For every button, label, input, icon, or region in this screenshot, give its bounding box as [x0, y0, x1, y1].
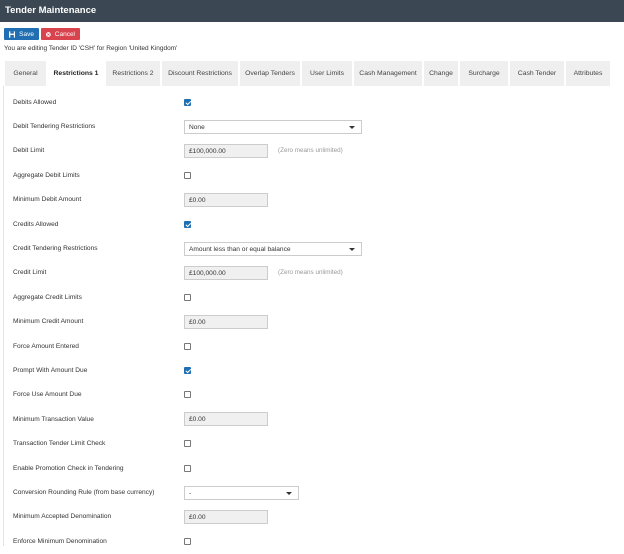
enable-promotion-check-in-tendering-checkbox[interactable]: [184, 464, 191, 472]
tab-restrictions-2[interactable]: Restrictions 2: [106, 61, 160, 86]
tab-bar: General Restrictions 1 Restrictions 2 Disco…: [5, 61, 610, 86]
minimum-accepted-denomination-input[interactable]: £0.00: [184, 509, 268, 524]
credit-tendering-restrictions-select[interactable]: Amount less than or equal balance: [184, 241, 362, 256]
field-row-credit-tendering-restrictions: Credit Tendering Restrictions Amount less…: [13, 236, 613, 260]
debit-tendering-restrictions-select[interactable]: None: [184, 119, 362, 134]
debits-allowed-checkbox[interactable]: [184, 98, 191, 106]
prompt-with-amount-due-checkbox[interactable]: [184, 367, 191, 375]
enforce-minimum-denomination-checkbox[interactable]: [184, 537, 191, 545]
field-label: Minimum Credit Amount: [13, 318, 84, 326]
field-label: Minimum Accepted Denomination: [13, 513, 112, 521]
floppy-disk-icon: [9, 30, 16, 38]
field-row-conversion-rounding-rule-from-base-currency: Conversion Rounding Rule (from base curr…: [13, 480, 613, 504]
minimum-debit-amount-input[interactable]: £0.00: [184, 192, 268, 207]
aggregate-credit-limits-checkbox[interactable]: [184, 293, 191, 301]
field-row-debit-limit: Debit Limit £100,000.00 (Zero means unlimi…: [13, 139, 613, 163]
select-value: -: [189, 489, 192, 497]
field-label: Transaction Tender Limit Check: [13, 440, 106, 448]
field-row-minimum-accepted-denomination: Minimum Accepted Denomination £0.00: [13, 505, 613, 529]
tab-cash-management[interactable]: Cash Management: [354, 61, 422, 86]
field-label: Force Use Amount Due: [13, 391, 82, 399]
field-label: Debit Limit: [13, 147, 45, 155]
tab-user-limits[interactable]: User Limits: [302, 61, 352, 86]
force-use-amount-due-checkbox[interactable]: [184, 391, 191, 399]
field-label: Enforce Minimum Denomination: [13, 537, 107, 545]
tab-surcharge[interactable]: Surcharge: [460, 61, 508, 86]
cancel-circle-icon: [46, 31, 51, 37]
field-row-credits-allowed: Credits Allowed: [13, 212, 613, 236]
field-label: Aggregate Credit Limits: [13, 293, 82, 301]
save-button[interactable]: Save: [4, 28, 39, 40]
minimum-credit-amount-input[interactable]: £0.00: [184, 314, 268, 329]
field-label: Force Amount Entered: [13, 342, 79, 350]
tab-change[interactable]: Change: [424, 61, 458, 86]
field-label: Prompt With Amount Due: [13, 367, 88, 375]
debit-limit-input[interactable]: £100,000.00: [184, 143, 268, 158]
field-label: Credits Allowed: [13, 220, 59, 228]
field-row-minimum-credit-amount: Minimum Credit Amount £0.00: [13, 310, 613, 334]
field-label: Minimum Debit Amount: [13, 196, 82, 204]
credit-limit-input[interactable]: £100,000.00: [184, 265, 268, 280]
cancel-label: Cancel: [54, 30, 75, 38]
field-row-prompt-with-amount-due: Prompt With Amount Due: [13, 358, 613, 382]
tab-overlap-tenders[interactable]: Overlap Tenders: [240, 61, 300, 86]
tab-cash-tender[interactable]: Cash Tender: [510, 61, 564, 86]
page-title: Tender Maintenance: [5, 5, 97, 16]
field-label: Minimum Transaction Value: [13, 415, 94, 423]
field-label: Debit Tendering Restrictions: [13, 123, 96, 131]
field-row-debits-allowed: Debits Allowed: [13, 90, 613, 114]
transaction-tender-limit-check-checkbox[interactable]: [184, 440, 191, 448]
save-label: Save: [19, 30, 34, 38]
field-label: Debits Allowed: [13, 98, 57, 106]
field-hint: (Zero means unlimited): [278, 269, 343, 277]
field-row-aggregate-debit-limits: Aggregate Debit Limits: [13, 163, 613, 187]
field-label: Aggregate Debit Limits: [13, 171, 80, 179]
minimum-transaction-value-input[interactable]: £0.00: [184, 412, 268, 427]
tab-restrictions-1[interactable]: Restrictions 1: [48, 61, 104, 86]
page-header: Tender Maintenance: [0, 0, 624, 22]
credits-allowed-checkbox[interactable]: [184, 220, 191, 228]
conversion-rounding-rule-from-base-currency-select[interactable]: -: [184, 485, 299, 500]
field-hint: (Zero means unlimited): [278, 147, 343, 155]
restrictions-form: Debits Allowed Debit Tendering Restrictio…: [3, 86, 624, 546]
select-value: Amount less than or equal balance: [189, 245, 291, 253]
editing-info: You are editing Tender ID 'CSH' for Regi…: [4, 45, 178, 52]
tab-general[interactable]: General: [5, 61, 46, 86]
field-row-enforce-minimum-denomination: Enforce Minimum Denomination: [13, 529, 613, 553]
field-row-enable-promotion-check-in-tendering: Enable Promotion Check in Tendering: [13, 456, 613, 480]
field-row-minimum-debit-amount: Minimum Debit Amount £0.00: [13, 188, 613, 212]
field-row-minimum-transaction-value: Minimum Transaction Value £0.00: [13, 407, 613, 431]
field-label: Credit Tendering Restrictions: [13, 245, 98, 253]
aggregate-debit-limits-checkbox[interactable]: [184, 171, 191, 179]
field-label: Credit Limit: [13, 269, 47, 277]
cancel-button[interactable]: Cancel: [41, 28, 80, 40]
field-row-debit-tendering-restrictions: Debit Tendering Restrictions None: [13, 114, 613, 138]
force-amount-entered-checkbox[interactable]: [184, 342, 191, 350]
tab-attributes[interactable]: Attributes: [566, 61, 610, 86]
field-label: Enable Promotion Check in Tendering: [13, 464, 124, 472]
tab-discount-restrictions[interactable]: Discount Restrictions: [162, 61, 238, 86]
field-row-force-amount-entered: Force Amount Entered: [13, 334, 613, 358]
field-label: Conversion Rounding Rule (from base curr…: [13, 489, 155, 497]
field-row-force-use-amount-due: Force Use Amount Due: [13, 383, 613, 407]
field-row-aggregate-credit-limits: Aggregate Credit Limits: [13, 285, 613, 309]
select-value: None: [189, 123, 205, 131]
field-row-transaction-tender-limit-check: Transaction Tender Limit Check: [13, 432, 613, 456]
field-row-credit-limit: Credit Limit £100,000.00 (Zero means unlim…: [13, 261, 613, 285]
